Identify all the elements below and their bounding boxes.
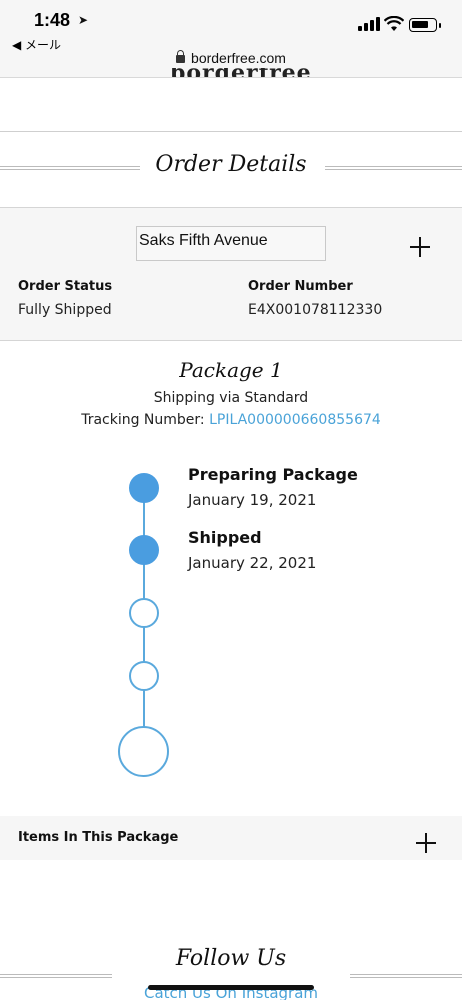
tracking-number-link[interactable]: LPILA000000660855674 bbox=[209, 412, 381, 428]
browser-top-bar: 1:48 ➤ ◀ メール borderfree.com borderfree bbox=[0, 0, 462, 78]
divider bbox=[0, 131, 462, 132]
timeline-dot-pending bbox=[129, 661, 159, 691]
lock-icon bbox=[176, 50, 186, 63]
footer-rule-right bbox=[350, 974, 462, 978]
order-status-label: Order Status bbox=[18, 279, 113, 294]
order-number-label: Order Number bbox=[248, 279, 353, 294]
url-text: borderfree.com bbox=[191, 50, 286, 66]
url-bar[interactable]: borderfree.com bbox=[0, 50, 462, 66]
items-in-package-panel[interactable]: Items In This Package bbox=[0, 816, 462, 860]
timeline-dot-pending bbox=[129, 598, 159, 628]
step-date: January 22, 2021 bbox=[188, 554, 317, 572]
order-summary-panel: Saks Fifth Avenue Order Status Fully Shi… bbox=[0, 207, 462, 341]
tracking-label: Tracking Number: bbox=[81, 412, 210, 428]
follow-us-title: Follow Us bbox=[175, 946, 287, 971]
store-name-box: Saks Fifth Avenue bbox=[136, 226, 326, 261]
package-title: Package 1 bbox=[179, 358, 283, 382]
items-panel-label: Items In This Package bbox=[18, 830, 179, 845]
shipping-method: Shipping via Standard bbox=[153, 390, 309, 406]
expand-plus-icon[interactable] bbox=[410, 237, 430, 257]
site-logo-partial: borderfree bbox=[170, 68, 312, 77]
step-title: Shipped bbox=[188, 528, 262, 547]
timeline-dot-final bbox=[118, 726, 169, 777]
home-indicator[interactable] bbox=[148, 985, 314, 990]
step-title: Preparing Package bbox=[188, 465, 358, 484]
wifi-icon bbox=[383, 15, 405, 36]
timeline-dot-completed bbox=[129, 473, 159, 503]
cellular-signal-icon bbox=[358, 17, 380, 31]
location-arrow-icon: ➤ bbox=[78, 13, 89, 27]
battery-icon bbox=[409, 18, 441, 32]
expand-items-plus-icon[interactable] bbox=[416, 833, 440, 857]
footer-rule-left bbox=[0, 974, 112, 978]
status-time: 1:48 bbox=[34, 10, 71, 30]
step-date: January 19, 2021 bbox=[188, 491, 317, 509]
section-title: Order Details bbox=[155, 152, 307, 177]
timeline-dot-completed bbox=[129, 535, 159, 565]
order-number-value: E4X001078112330 bbox=[248, 302, 383, 318]
order-status-value: Fully Shipped bbox=[18, 302, 112, 318]
tracking-row: Tracking Number: LPILA000000660855674 bbox=[0, 412, 462, 428]
